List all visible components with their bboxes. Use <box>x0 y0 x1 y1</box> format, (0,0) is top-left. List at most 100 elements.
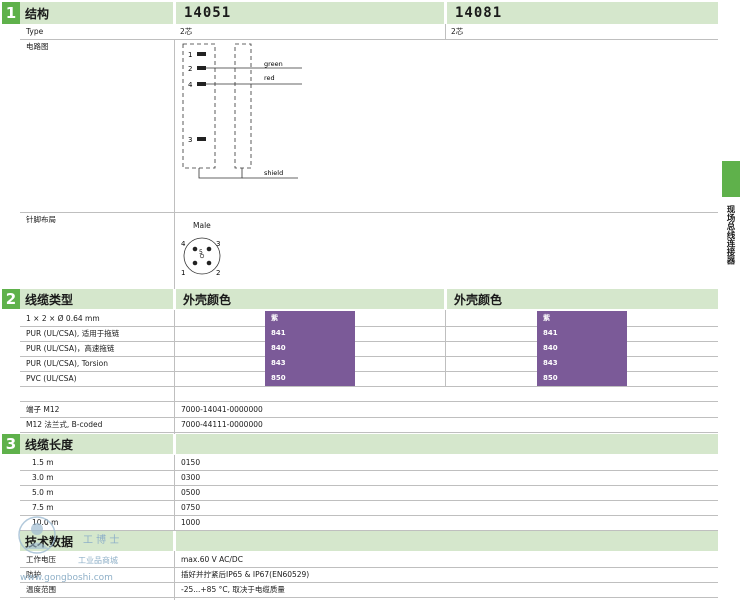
connector-box-left <box>182 43 216 169</box>
spacer-row <box>20 386 718 402</box>
pinout-pin-3-label: 3 <box>216 240 220 248</box>
length-code: 0150 <box>181 458 201 467</box>
section-2-number: 2 <box>2 289 20 309</box>
length-code: 1000 <box>181 518 201 527</box>
spec-value: -25...+85 °C, 取决于电缆质量 <box>181 585 285 594</box>
pinout-pin-4 <box>192 246 198 252</box>
housing-color-title-1: 外壳颜色 <box>183 292 232 307</box>
pinout-housing <box>183 237 221 275</box>
wire-shield-label: shield <box>264 169 283 177</box>
spec-value: max.60 V AC/DC <box>181 555 243 564</box>
divider-mid-s1 <box>445 24 446 39</box>
spec-row: 防护 插好并拧紧后IP65 & IP67(EN60529) <box>20 567 718 583</box>
pin-1-contact <box>197 52 206 56</box>
code-cell: 紫 <box>265 311 355 326</box>
spec-row: 工作电压 max.60 V AC/DC <box>20 552 718 568</box>
accessory-value: 7000-44111-0000000 <box>181 420 263 429</box>
pin-2-label: 2 <box>188 65 192 73</box>
code-cell: 840 <box>265 341 355 356</box>
pinout-pin-3 <box>206 246 212 252</box>
spec-value: 插好并拧紧后IP65 & IP67(EN60529) <box>181 570 310 579</box>
header-divider-3 <box>173 289 176 309</box>
code-cell: 841 <box>537 326 627 341</box>
wire-shield <box>198 168 243 179</box>
accessory-row: 端子 M12 7000-14041-0000000 <box>20 402 718 418</box>
section-2-header <box>20 289 718 309</box>
cable-label: PVC (UL/CSA) <box>26 374 77 383</box>
product-14051: 14051 <box>184 5 232 21</box>
pin-2-contact <box>197 66 206 70</box>
pinout-pin-1-label: 1 <box>181 269 185 277</box>
pin-3-label: 3 <box>188 136 192 144</box>
section-1-header <box>20 2 718 24</box>
header-divider-5 <box>173 434 176 454</box>
circuit-row-bottom <box>20 196 718 213</box>
pin-4-contact <box>197 82 206 86</box>
code-cell: 843 <box>537 356 627 371</box>
pinout-pin-2-label: 2 <box>216 269 220 277</box>
cable-label: PUR (UL/CSA)，高速拖链 <box>26 344 115 353</box>
circuit-diagram: 1 2 4 3 green red shield <box>182 43 302 179</box>
code-cell: 850 <box>265 371 355 386</box>
watermark-logo-icon <box>18 516 56 554</box>
length-code: 0500 <box>181 488 201 497</box>
side-tab[interactable] <box>722 161 740 197</box>
section-3-number: 3 <box>2 434 20 454</box>
divider-left-s1 <box>174 39 175 289</box>
code-cell: 841 <box>265 326 355 341</box>
circuit-label: 电路图 <box>26 42 49 51</box>
pin-4-label: 4 <box>188 81 193 89</box>
spec-label: 温度范围 <box>26 585 56 594</box>
section-4-header <box>20 531 718 551</box>
length-code: 0300 <box>181 473 201 482</box>
pinout-pin-4-label: 4 <box>181 240 186 248</box>
section-2-title: 线缆类型 <box>25 292 74 307</box>
header-divider-6 <box>173 531 176 551</box>
length-label: 3.0 m <box>32 473 54 482</box>
pinout-pin-2 <box>206 260 212 266</box>
type-row: Type 2芯 2芯 <box>20 24 718 40</box>
section-3-title: 线缆长度 <box>25 437 74 452</box>
length-row: 7.5 m 0750 <box>20 500 718 516</box>
pinout-gender: Male <box>193 221 211 230</box>
code-cell: 840 <box>537 341 627 356</box>
housing-color-title-2: 外壳颜色 <box>454 292 503 307</box>
accessory-value: 7000-14041-0000000 <box>181 405 263 414</box>
type-value-14081: 2芯 <box>451 27 464 36</box>
length-row: 5.0 m 0500 <box>20 485 718 501</box>
accessory-label: M12 法兰式, B-coded <box>26 420 103 429</box>
section-1-title: 结构 <box>25 6 50 21</box>
pinout-diagram: 4 3 5 1 2 <box>181 237 221 277</box>
length-row: 10.0 m 1000 <box>20 515 718 531</box>
watermark-brand: 工 博 士 <box>83 535 120 546</box>
type-label: Type <box>26 27 44 36</box>
pin-3-contact <box>197 137 206 141</box>
code-cell: 843 <box>265 356 355 371</box>
length-row: 3.0 m 0300 <box>20 470 718 486</box>
section-1-number: 1 <box>2 2 20 24</box>
cable-label: PUR (UL/CSA), Torsion <box>26 359 109 368</box>
length-label: 5.0 m <box>32 488 54 497</box>
side-tab-label: 现场总线连接器 <box>725 205 735 265</box>
length-label: 1.5 m <box>32 458 54 467</box>
accessory-label: 端子 M12 <box>26 405 60 414</box>
product-14081: 14081 <box>455 5 503 21</box>
wire-green-label: green <box>264 60 283 68</box>
cable-label: PUR (UL/CSA), 适用于拖链 <box>26 329 120 338</box>
cable-label: 1 × 2 × Ø 0.64 mm <box>26 314 100 323</box>
accessory-row: M12 法兰式, B-coded 7000-44111-0000000 <box>20 417 718 433</box>
section-3-header <box>20 434 718 454</box>
pin-1-label: 1 <box>188 51 192 59</box>
watermark-subtitle: 工业品商城 <box>78 556 118 565</box>
watermark-url: www.gongboshi.com <box>20 573 113 583</box>
type-value-14051: 2芯 <box>180 27 193 36</box>
connector-box-right <box>234 43 252 169</box>
pinout-pin-1 <box>192 260 198 266</box>
pinout-label: 针脚布局 <box>26 215 56 224</box>
length-code: 0750 <box>181 503 201 512</box>
code-cell: 紫 <box>537 311 627 326</box>
spec-row: 温度范围 -25...+85 °C, 取决于电缆质量 <box>20 582 718 598</box>
length-label: 7.5 m <box>32 503 54 512</box>
code-cell: 850 <box>537 371 627 386</box>
pinout-pin-5-label: 5 <box>199 249 203 256</box>
